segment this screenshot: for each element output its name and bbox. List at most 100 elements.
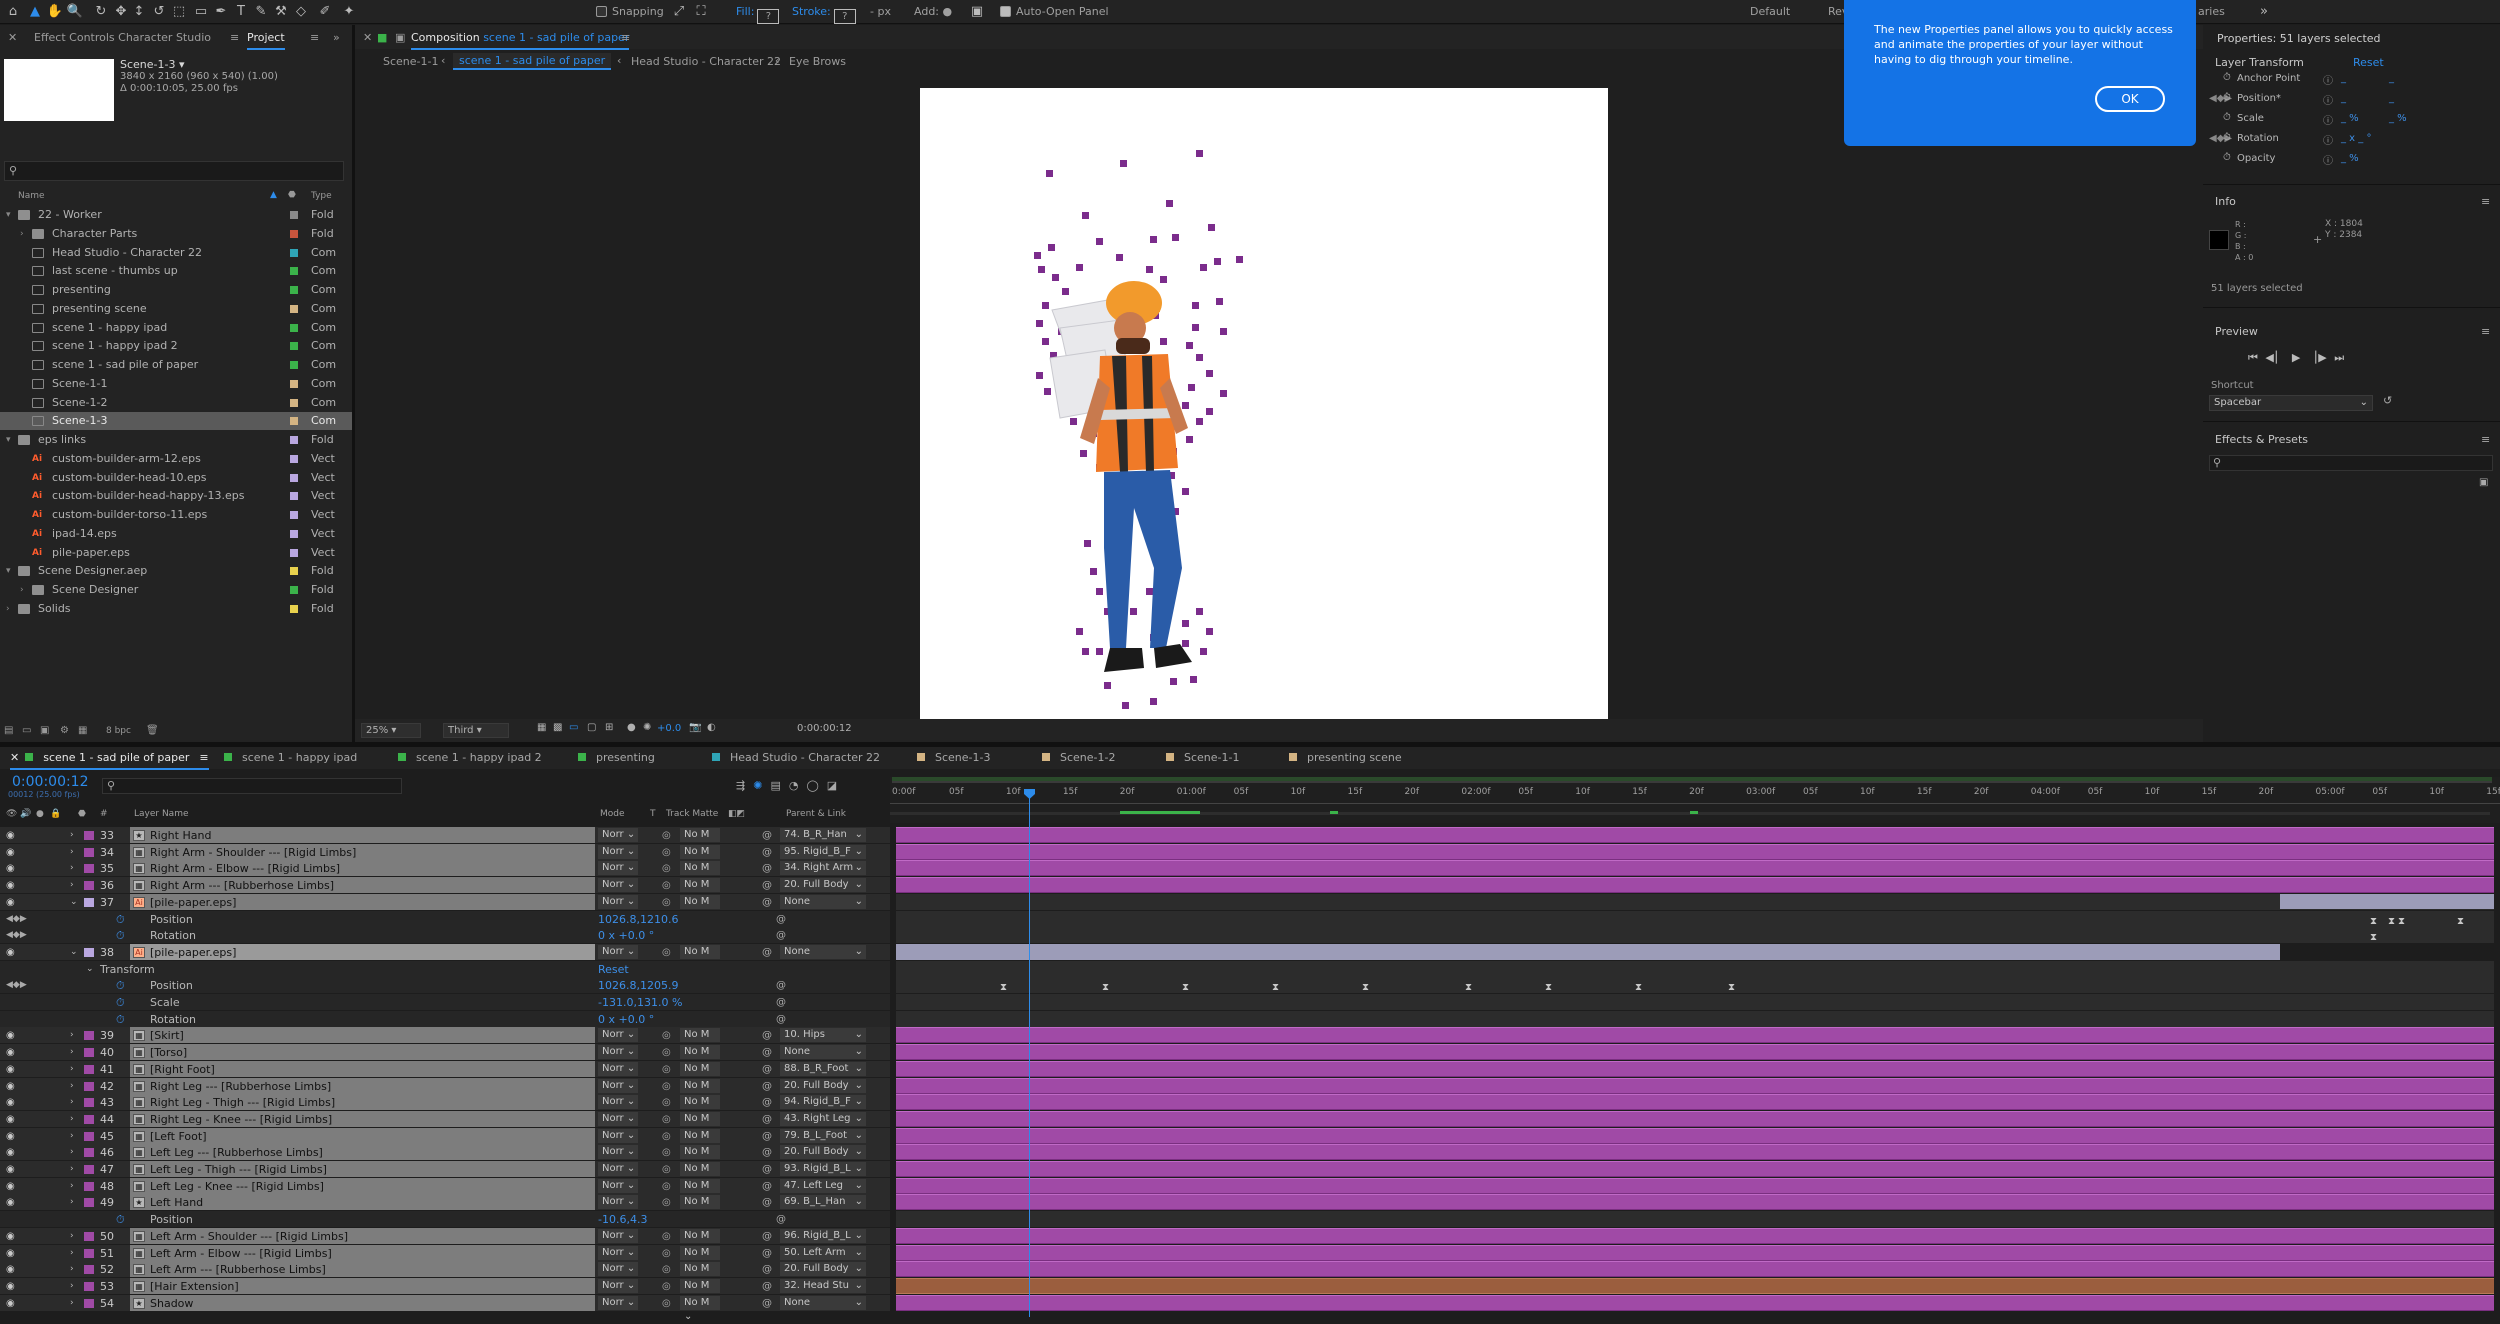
label-color-swatch[interactable]	[290, 586, 298, 594]
stopwatch-icon[interactable]: ⏱	[116, 1211, 125, 1228]
chevron-right-icon[interactable]: ›	[70, 844, 74, 861]
chevron-right-icon[interactable]: ›	[70, 1261, 74, 1278]
breadcrumb-item[interactable]: Eye Brows	[789, 55, 846, 68]
close-tab-icon[interactable]: ✕	[363, 31, 372, 44]
frame-blending-icon[interactable]: ◔	[789, 779, 807, 792]
label-color-swatch[interactable]	[84, 1231, 94, 1241]
label-color-swatch[interactable]	[290, 567, 298, 576]
label-color-swatch[interactable]	[290, 492, 298, 501]
eye-icon[interactable]: ◉	[6, 1261, 15, 1278]
layer-name[interactable]: Left Leg --- [Rubberhose Limbs]	[130, 1144, 595, 1161]
preserve-transparency-icon[interactable]: ◎	[662, 1094, 671, 1111]
label-color-swatch[interactable]	[84, 831, 94, 840]
pick-whip-icon[interactable]: @	[762, 944, 772, 961]
label-color-swatch[interactable]	[290, 286, 298, 294]
pick-whip-icon[interactable]: @	[762, 1295, 772, 1312]
parent-dropdown[interactable]: 43. Right Leg ⌄	[780, 1111, 866, 1126]
preserve-transparency-icon[interactable]: ◎	[662, 827, 671, 844]
menu-icon[interactable]: ≡	[230, 31, 239, 44]
workspace-default[interactable]: Default	[1750, 5, 1790, 18]
parent-dropdown[interactable]: 95. Rigid_B_F ⌄	[780, 844, 866, 859]
workspace-libraries[interactable]: aries	[2198, 5, 2225, 18]
graph-editor-icon[interactable]: ◪	[827, 779, 845, 792]
first-frame-icon[interactable]: ⏮	[2248, 351, 2260, 364]
blend-mode-dropdown[interactable]: Norr ⌄	[598, 894, 638, 909]
project-item[interactable]: › Scene Designer Fold	[0, 581, 352, 599]
video-switch-icon[interactable]: 👁	[6, 809, 17, 819]
layer-name[interactable]: Left Leg - Knee --- [Rigid Limbs]	[130, 1177, 595, 1194]
preserve-transparency-icon[interactable]: ◎	[662, 1245, 671, 1262]
tab-timeline-comp[interactable]: scene 1 - happy ipad 2	[398, 751, 542, 764]
layer-name[interactable]: Shadow	[130, 1294, 595, 1311]
track-matte-dropdown[interactable]: No M ⌄	[680, 844, 720, 871]
snap-features-icon[interactable]: ⛶	[692, 3, 710, 21]
chevron-right-icon[interactable]: ›	[70, 1061, 74, 1078]
sort-ascending-icon[interactable]: ▲	[270, 190, 277, 200]
track-matte-dropdown[interactable]: No M ⌄	[680, 1262, 720, 1288]
pick-whip-icon[interactable]: @	[762, 1111, 772, 1128]
label-color-swatch[interactable]	[84, 881, 94, 891]
pick-whip-icon[interactable]: @	[762, 1161, 772, 1178]
label-color-swatch[interactable]	[84, 1148, 94, 1158]
layer-duration-bar[interactable]	[896, 1177, 2494, 1194]
blend-mode-dropdown[interactable]: Norr ⌄	[598, 1045, 638, 1060]
tab-composition[interactable]: Composition scene 1 - sad pile of paper	[411, 31, 630, 50]
parent-dropdown[interactable]: 94. Rigid_B_F ⌄	[780, 1095, 866, 1110]
snapping-checkbox[interactable]	[596, 6, 607, 17]
parent-dropdown[interactable]: 20. Full Body ⌄	[780, 1262, 866, 1277]
tooltip-ok-button[interactable]: OK	[2095, 86, 2165, 112]
eye-icon[interactable]: ◉	[6, 1111, 15, 1128]
label-color-swatch[interactable]	[290, 473, 298, 482]
layer-name[interactable]: Left Arm - Shoulder --- [Rigid Limbs]	[130, 1227, 595, 1244]
layer-name[interactable]: Right Arm - Shoulder --- [Rigid Limbs]	[130, 843, 595, 860]
brush-tool-icon[interactable]: ✎	[252, 3, 270, 21]
pick-whip-icon[interactable]: @	[762, 1278, 772, 1295]
label-color-swatch[interactable]	[84, 1098, 94, 1108]
col-name-header[interactable]: Name	[18, 191, 45, 201]
blend-mode-dropdown[interactable]: Norr ⌄	[598, 1145, 638, 1160]
project-item[interactable]: › Solids Fold	[0, 600, 352, 618]
chevron-right-icon[interactable]: ›	[70, 1144, 74, 1161]
blend-mode-dropdown[interactable]: Norr ⌄	[598, 861, 638, 876]
label-color-swatch[interactable]	[84, 1265, 94, 1275]
label-color-swatch[interactable]	[84, 1114, 94, 1124]
track-matte-dropdown[interactable]: No M ⌄	[680, 1162, 720, 1188]
project-item[interactable]: Ai pile-paper.eps Vect	[0, 544, 352, 562]
shy-layers-icon[interactable]: ▤	[770, 779, 788, 792]
pick-whip-icon[interactable]: @	[762, 1194, 772, 1211]
parent-dropdown[interactable]: 47. Left Leg ⌄	[780, 1178, 866, 1193]
project-item[interactable]: Scene-1-1 Com	[0, 375, 352, 393]
eye-icon[interactable]: ◉	[6, 1178, 15, 1195]
new-folder-icon[interactable]: ▭	[22, 725, 31, 736]
property-row[interactable]: ◀◆▶ ⏱ Position 1026.8,1205.9 @ ⧗ ⧗ ⧗ ⧗ ⧗ ⧗ ⧗ ⧗ ⧗	[0, 977, 2500, 994]
stopwatch-icon[interactable]: ⏱	[2223, 132, 2231, 143]
snapping-toggle[interactable]: Snapping	[596, 5, 664, 18]
project-item[interactable]: Scene-1-2 Com	[0, 394, 352, 412]
col-type-header[interactable]: Type	[311, 191, 332, 201]
puppet-tool-icon[interactable]: ✦	[340, 3, 358, 21]
layer-duration-bar[interactable]	[896, 1044, 2494, 1061]
chevron-right-icon[interactable]: ›	[70, 1128, 74, 1145]
blend-mode-dropdown[interactable]: Norr ⌄	[598, 1061, 638, 1076]
pan-camera-icon[interactable]: ✥	[112, 3, 130, 21]
property-value-1[interactable]: _ %	[2341, 153, 2359, 164]
pen-tool-icon[interactable]: ✒	[212, 3, 230, 21]
label-color-swatch[interactable]	[290, 604, 298, 613]
stroke-swatch[interactable]: ?	[833, 9, 856, 24]
interpret-footage-icon[interactable]: ▤	[4, 725, 13, 736]
layer-name[interactable]: Left Leg - Thigh --- [Rigid Limbs]	[130, 1161, 595, 1177]
roto-brush-icon[interactable]: ✐	[316, 3, 334, 21]
project-item[interactable]: ▾ 22 - Worker Fold	[0, 206, 352, 224]
tab-timeline-comp[interactable]: Scene-1-2	[1042, 751, 1115, 764]
blend-mode-dropdown[interactable]: Norr ⌄	[598, 844, 638, 859]
parent-dropdown[interactable]: 20. Full Body ⌄	[780, 1145, 866, 1160]
lock-switch-icon[interactable]: 🔒	[50, 809, 61, 819]
eye-icon[interactable]: ◉	[6, 894, 15, 911]
selection-tool-icon[interactable]: ▲	[26, 3, 44, 21]
label-color-swatch[interactable]	[290, 398, 298, 407]
chevron-right-icon[interactable]: ›	[6, 600, 10, 618]
chevron-right-icon[interactable]: ›	[70, 1295, 74, 1312]
blend-mode-dropdown[interactable]: Norr ⌄	[598, 1228, 638, 1243]
stopwatch-icon[interactable]: ⏱	[2223, 152, 2231, 163]
label-color-swatch[interactable]	[290, 511, 298, 519]
